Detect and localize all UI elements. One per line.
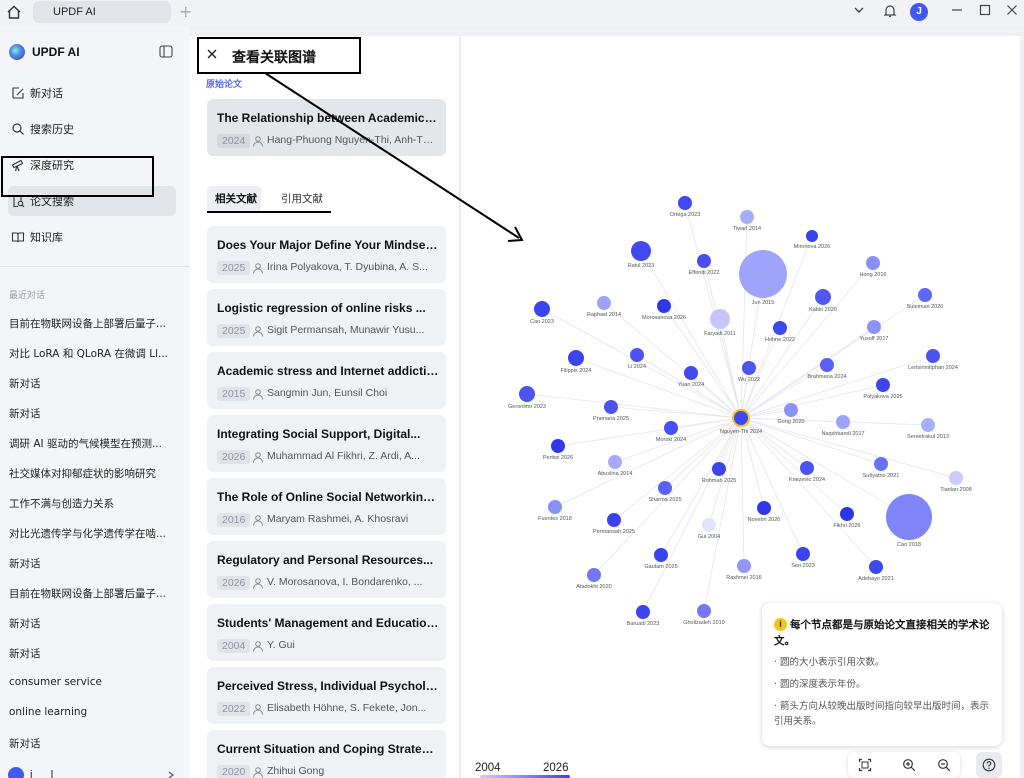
annotation-arrow xyxy=(264,72,524,242)
